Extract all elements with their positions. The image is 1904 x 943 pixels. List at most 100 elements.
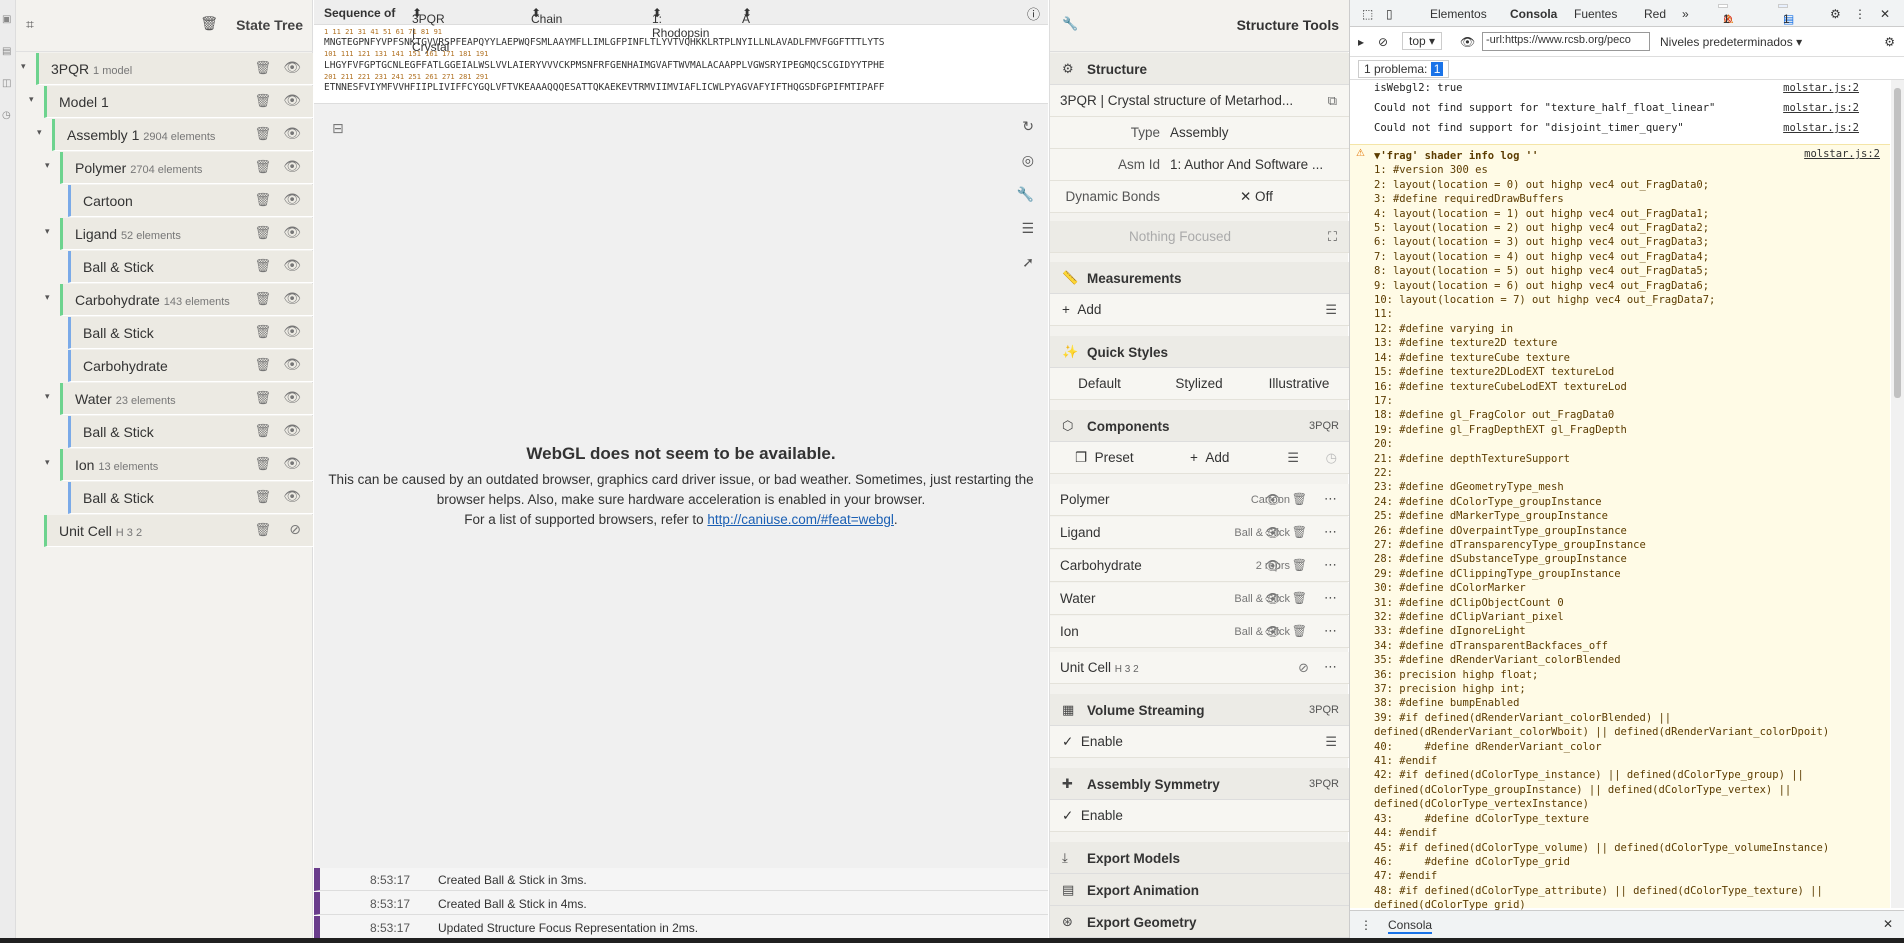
eye-icon[interactable]: 👁 bbox=[283, 389, 301, 406]
eye-icon[interactable]: 👁 bbox=[283, 422, 301, 439]
caret-icon[interactable]: ▾ bbox=[45, 160, 50, 171]
tree-node[interactable]: ▾ Ligand 52 elements 🗑 👁 bbox=[45, 218, 313, 250]
chain-select[interactable]: 1: Rhodopsin ⬍ bbox=[652, 6, 709, 40]
screenshot-icon[interactable]: ◎ bbox=[1022, 152, 1034, 169]
trash-icon[interactable]: 🗑 bbox=[1292, 525, 1307, 539]
more-tabs-icon[interactable]: » bbox=[1682, 7, 1689, 21]
reset-camera-icon[interactable]: ↻ bbox=[1022, 118, 1034, 135]
tree-node[interactable]: ▾ Assembly 1 2904 elements 🗑 👁 bbox=[37, 119, 313, 151]
symmetry-enable-button[interactable]: ✓ Enable bbox=[1062, 808, 1232, 824]
components-section[interactable]: ⬡ Components 3PQR bbox=[1050, 410, 1349, 442]
eye-icon[interactable]: 👁 bbox=[283, 59, 301, 76]
tree-node[interactable]: ▾ 3PQR 1 model 🗑 👁 bbox=[21, 53, 313, 85]
context-select[interactable]: top ▾ bbox=[1402, 32, 1443, 50]
caret-icon[interactable]: ▾ bbox=[45, 292, 50, 303]
caret-icon[interactable]: ▾ bbox=[45, 391, 50, 402]
export-geometry-section[interactable]: ⊛ Export Geometry bbox=[1050, 906, 1349, 938]
trash-icon[interactable]: 🗑 bbox=[254, 489, 271, 505]
trash-icon[interactable]: 🗑 bbox=[254, 357, 271, 373]
dynamic-bonds-row[interactable]: Dynamic Bonds ✕ Off bbox=[1050, 181, 1349, 213]
eye-icon[interactable]: 👁 bbox=[283, 455, 301, 472]
focus-row[interactable]: Nothing Focused ⛶ bbox=[1050, 221, 1349, 253]
close-icon[interactable]: ✕ bbox=[1883, 917, 1893, 931]
problems-button[interactable]: 1 problema: 1 bbox=[1358, 60, 1450, 78]
trash-icon[interactable]: 🗑 bbox=[254, 324, 271, 340]
export-animation-section[interactable]: ▤ Export Animation bbox=[1050, 874, 1349, 906]
component-row[interactable]: Polymer Cartoon 👁 🗑 ⋯ bbox=[1050, 484, 1349, 516]
eye-icon[interactable]: 👁 bbox=[1264, 624, 1281, 640]
eye-icon[interactable]: 👁 bbox=[283, 125, 301, 142]
trash-icon[interactable]: 🗑 bbox=[254, 258, 271, 274]
focus-target-icon[interactable]: ⛶ bbox=[1328, 229, 1337, 245]
component-row[interactable]: Ligand Ball & Stick 👁 🗑 ⋯ bbox=[1050, 517, 1349, 549]
trash-icon[interactable]: 🗑 bbox=[1292, 492, 1307, 506]
trash-icon[interactable]: 🗑 bbox=[1292, 591, 1307, 605]
tree-node[interactable]: Cartoon 🗑 👁 bbox=[68, 185, 313, 217]
eye-icon[interactable]: 👁 bbox=[283, 257, 301, 274]
eye-icon[interactable]: 👁 bbox=[1460, 35, 1475, 49]
eye-icon[interactable]: 👁 bbox=[283, 158, 301, 175]
messages-badge[interactable]: ▤ 1 bbox=[1778, 4, 1794, 26]
console-source-link[interactable]: molstar.js:2 bbox=[1783, 122, 1859, 134]
eye-icon[interactable]: 👁 bbox=[1264, 525, 1281, 541]
unit-cell-row[interactable]: Unit Cell H 3 2 ⊘ ⋯ bbox=[1050, 652, 1349, 684]
trash-icon[interactable]: 🗑 bbox=[254, 225, 271, 241]
entity-select[interactable]: 3PQR | Crystal ... ⬍ bbox=[412, 6, 449, 68]
history-icon[interactable]: ◷ bbox=[1326, 450, 1337, 466]
inspect-icon[interactable]: ⬚ bbox=[1362, 7, 1373, 21]
levels-select[interactable]: Niveles predeterminados ▾ bbox=[1660, 35, 1802, 49]
console-source-link[interactable]: molstar.js:2 bbox=[1783, 102, 1859, 114]
component-row[interactable]: Ion Ball & Stick 👁 🗑 ⋯ bbox=[1050, 616, 1349, 648]
eye-icon[interactable]: 👁 bbox=[283, 92, 301, 109]
toggle-controls-icon[interactable]: ⊟ bbox=[332, 120, 344, 137]
volume-enable-button[interactable]: ✓ Enable bbox=[1062, 734, 1232, 750]
console-scrollbar[interactable] bbox=[1891, 80, 1904, 908]
caniuse-link[interactable]: http://caniuse.com/#feat=webgl bbox=[707, 512, 894, 527]
help-icon[interactable]: ⓘ bbox=[1027, 4, 1040, 23]
trash-icon[interactable]: 🗑 bbox=[254, 291, 271, 307]
caret-icon[interactable]: ▾ bbox=[21, 61, 26, 72]
options-icon[interactable]: ☰ bbox=[1325, 302, 1337, 318]
tree-node[interactable]: ▾ Carbohydrate 143 elements 🗑 👁 bbox=[45, 284, 313, 316]
eye-icon[interactable]: 👁 bbox=[1264, 492, 1281, 508]
select-cursor-icon[interactable]: ➚ bbox=[1022, 254, 1034, 271]
measurements-section[interactable]: 📏 Measurements bbox=[1050, 262, 1349, 294]
close-icon[interactable]: ✕ bbox=[1880, 7, 1890, 21]
style-stylized-button[interactable]: Stylized bbox=[1149, 376, 1249, 391]
trash-icon[interactable]: 🗑 bbox=[254, 126, 271, 142]
trash-icon[interactable]: 🗑 bbox=[254, 522, 271, 538]
component-row[interactable]: Carbohydrate 2 reprs 👁 🗑 ⋯ bbox=[1050, 550, 1349, 582]
eye-icon[interactable]: 👁 bbox=[1264, 558, 1281, 574]
issues-badge[interactable]: ⊗ 1 ⚠ 1 bbox=[1718, 4, 1734, 26]
gear-icon[interactable]: ⚙ bbox=[1884, 35, 1895, 49]
eye-icon[interactable]: 👁 bbox=[283, 191, 301, 208]
trash-icon[interactable]: 🗑 bbox=[254, 159, 271, 175]
preset-button[interactable]: ❐ Preset bbox=[1075, 450, 1175, 466]
drawer-tab-consola[interactable]: Consola bbox=[1388, 918, 1433, 934]
eye-icon[interactable]: 👁 bbox=[283, 323, 301, 340]
tree-node[interactable]: ▾ Water 23 elements 🗑 👁 bbox=[45, 383, 313, 415]
tree-node[interactable]: Ball & Stick 🗑 👁 bbox=[68, 317, 313, 349]
tab-elementos[interactable]: Elementos bbox=[1430, 7, 1487, 21]
rail-icon[interactable]: ▣ bbox=[2, 14, 11, 25]
gear-icon[interactable]: ⚙ bbox=[1830, 7, 1841, 21]
more-icon[interactable]: ⋯ bbox=[1324, 659, 1337, 675]
copy-icon[interactable]: ⧉ bbox=[1328, 93, 1337, 109]
tree-node[interactable]: ▾ Polymer 2704 elements 🗑 👁 bbox=[45, 152, 313, 184]
options-icon[interactable]: ☰ bbox=[1287, 450, 1299, 466]
options-icon[interactable]: ☰ bbox=[1325, 734, 1337, 750]
eye-icon[interactable]: 👁 bbox=[283, 290, 301, 307]
kebab-menu-icon[interactable]: ⋮ bbox=[1854, 7, 1866, 21]
trash-icon[interactable]: 🗑 bbox=[254, 390, 271, 406]
quick-styles-section[interactable]: ✨ Quick Styles bbox=[1050, 336, 1349, 368]
trash-icon[interactable]: 🗑 bbox=[1292, 624, 1307, 638]
rail-icon[interactable]: ◫ bbox=[2, 78, 11, 89]
structure-entry-row[interactable]: 3PQR | Crystal structure of Metarhod... … bbox=[1050, 85, 1349, 117]
tree-node[interactable]: Ball & Stick 🗑 👁 bbox=[68, 482, 313, 514]
more-icon[interactable]: ⋯ bbox=[1324, 491, 1337, 507]
more-icon[interactable]: ⋯ bbox=[1324, 524, 1337, 540]
type-value[interactable]: Assembly bbox=[1170, 125, 1340, 140]
style-default-button[interactable]: Default bbox=[1050, 376, 1149, 391]
export-models-section[interactable]: ⤓ Export Models bbox=[1050, 842, 1349, 874]
style-illustrative-button[interactable]: Illustrative bbox=[1249, 376, 1349, 391]
